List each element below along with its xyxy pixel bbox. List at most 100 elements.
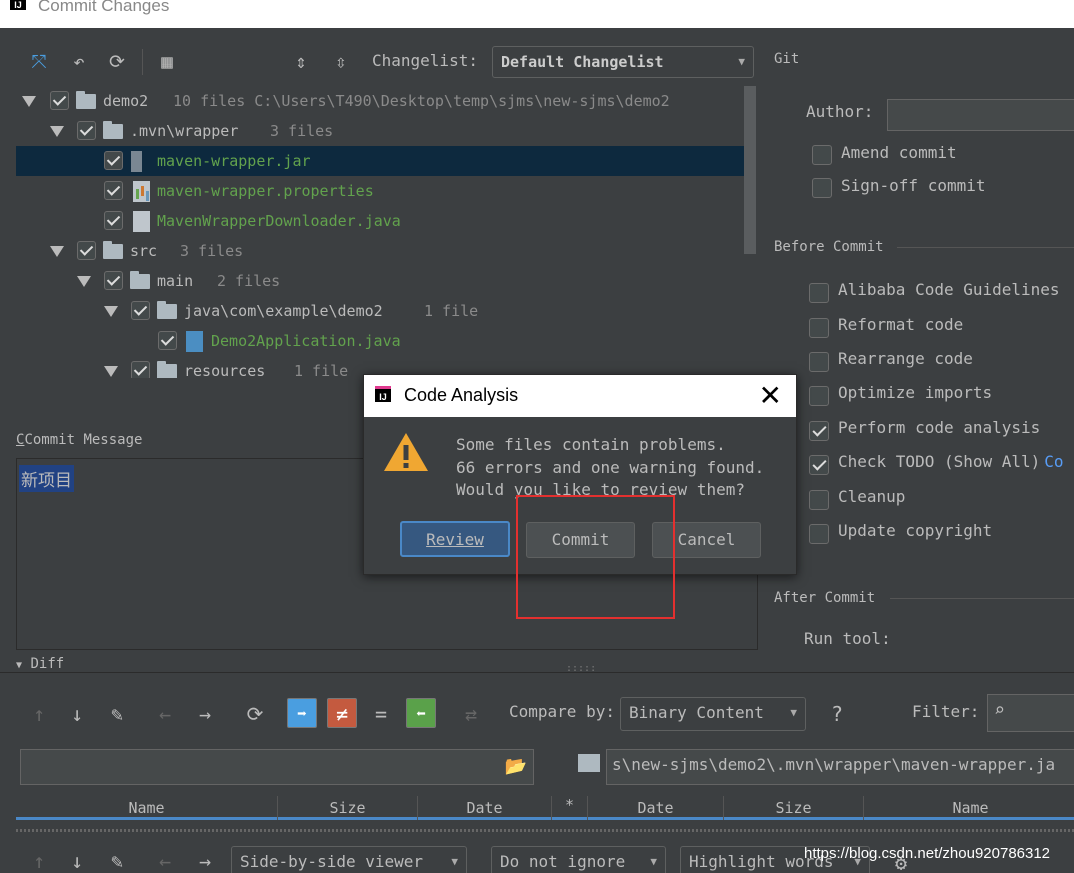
column-header-name[interactable]: Name [16, 796, 278, 820]
edit-pencil-icon[interactable]: ✎ [102, 699, 132, 729]
configure-link[interactable]: Co [1044, 452, 1063, 471]
arrow-up-icon[interactable]: ↑ [24, 699, 54, 729]
compare-by-select[interactable]: Binary Content ▼ [620, 697, 806, 731]
tree-row[interactable]: MavenWrapperDownloader.java [16, 206, 756, 236]
tree-row[interactable]: java\com\example\demo2 1 file [16, 296, 756, 326]
before-commit-checkbox[interactable] [809, 352, 829, 372]
expand-all-icon[interactable]: ⇕ [290, 51, 312, 73]
folder-icon [103, 241, 123, 259]
synchronize-icon[interactable]: ⇄ [456, 699, 486, 729]
review-button[interactable]: Review [400, 521, 510, 557]
arrow-down-icon[interactable]: ↓ [62, 699, 92, 729]
tree-row[interactable]: demo2 10 files C:\Users\T490\Desktop\tem… [16, 86, 756, 116]
tree-item-name: src [130, 242, 158, 260]
tree-item-meta: 3 files [180, 242, 244, 260]
folder-icon [157, 361, 177, 378]
tree-row[interactable]: maven-wrapper.jar [16, 146, 756, 176]
arrow-left-icon[interactable]: ← [150, 846, 180, 873]
tree-row[interactable]: Demo2Application.java [16, 326, 756, 356]
refresh-icon[interactable]: ⟳ [240, 699, 270, 729]
folder-icon [103, 121, 123, 139]
before-commit-checkbox[interactable] [809, 386, 829, 406]
before-commit-checkbox[interactable] [809, 524, 829, 544]
right-path-input[interactable]: s\new-sjms\demo2\.mvn\wrapper\maven-wrap… [606, 749, 1074, 785]
collapse-arrows-icon[interactable]: ⤧ [28, 51, 50, 73]
arrow-right-icon[interactable]: → [190, 699, 220, 729]
expand-triangle-icon[interactable] [104, 306, 118, 317]
before-commit-checkbox[interactable] [809, 490, 829, 510]
ignore-mode-select[interactable]: Do not ignore ▼ [491, 846, 666, 873]
amend-commit-checkbox[interactable] [812, 145, 832, 165]
expand-triangle-icon[interactable] [104, 366, 118, 377]
collapse-all-icon[interactable]: ⇳ [330, 51, 352, 73]
changelist-select-value: Default Changelist [501, 53, 664, 71]
chevron-down-icon: ▼ [738, 55, 745, 68]
arrow-left-icon[interactable]: ← [150, 699, 180, 729]
run-tool-label: Run tool: [804, 629, 891, 648]
expand-triangle-icon[interactable] [50, 246, 64, 257]
column-header-state[interactable]: * [552, 796, 588, 820]
java-class-file-icon [186, 331, 203, 352]
changes-tree[interactable]: demo2 10 files C:\Users\T490\Desktop\tem… [16, 86, 756, 378]
before-commit-option-label: Rearrange code [838, 349, 973, 368]
rollback-icon[interactable]: ↶ [68, 51, 90, 73]
column-header-date[interactable]: Date [588, 796, 724, 820]
left-path-input[interactable]: 📂 [20, 749, 534, 785]
edit-pencil-icon[interactable]: ✎ [102, 846, 132, 873]
tree-item-name: resources [184, 362, 266, 378]
diff-section-toggle[interactable]: ▼ Diff [16, 656, 64, 672]
refresh-icon[interactable]: ⟳ [106, 51, 128, 73]
tree-checkbox[interactable] [104, 181, 123, 200]
git-section-title: Git [774, 51, 800, 67]
tree-item-name: main [157, 272, 194, 290]
help-icon[interactable]: ? [822, 699, 852, 729]
tree-checkbox[interactable] [131, 301, 150, 320]
tree-item-meta: 3 files [270, 122, 334, 140]
signoff-commit-checkbox[interactable] [812, 178, 832, 198]
watermark-text: https://blog.csdn.net/zhou920786312 [804, 845, 1051, 862]
arrow-up-icon[interactable]: ↑ [24, 846, 54, 873]
tree-scrollbar[interactable] [744, 86, 756, 254]
splitter-grip[interactable] [16, 829, 1074, 832]
close-icon[interactable]: ✕ [759, 379, 782, 412]
warning-icon [384, 433, 428, 471]
expand-triangle-icon[interactable] [22, 96, 36, 107]
tree-row[interactable]: maven-wrapper.properties [16, 176, 756, 206]
tree-item-name: demo2 [103, 92, 149, 110]
filter-input[interactable]: ⌕ [987, 694, 1074, 732]
column-header-date[interactable]: Date [418, 796, 552, 820]
show-different-icon[interactable]: ≠ [327, 698, 357, 728]
show-old-files-icon[interactable]: ⬅ [406, 698, 436, 728]
arrow-down-icon[interactable]: ↓ [62, 846, 92, 873]
group-by-icon[interactable]: ▦ [156, 51, 178, 73]
tree-checkbox[interactable] [104, 151, 123, 170]
before-commit-checkbox[interactable] [809, 318, 829, 338]
tree-row[interactable]: src 3 files [16, 236, 756, 266]
expand-triangle-icon[interactable] [77, 276, 91, 287]
author-input[interactable] [887, 99, 1074, 131]
changelist-select[interactable]: Default Changelist ▼ [492, 46, 754, 78]
author-label: Author: [806, 102, 874, 121]
before-commit-checkbox[interactable] [809, 455, 829, 475]
tree-row[interactable]: main 2 files [16, 266, 756, 296]
tree-checkbox[interactable] [131, 361, 150, 378]
show-equal-icon[interactable]: = [366, 699, 396, 729]
column-header-name[interactable]: Name [864, 796, 1074, 820]
before-commit-checkbox[interactable] [809, 421, 829, 441]
tree-checkbox[interactable] [104, 211, 123, 230]
tree-checkbox[interactable] [77, 241, 96, 260]
column-header-size[interactable]: Size [278, 796, 418, 820]
folder-open-icon[interactable]: 📂 [505, 756, 527, 777]
column-header-size[interactable]: Size [724, 796, 864, 820]
tree-checkbox[interactable] [77, 121, 96, 140]
tree-checkbox[interactable] [158, 331, 177, 350]
show-new-files-icon[interactable]: ➡ [287, 698, 317, 728]
expand-triangle-icon[interactable] [50, 126, 64, 137]
before-commit-option-label: Perform code analysis [838, 418, 1041, 437]
tree-checkbox[interactable] [50, 91, 69, 110]
tree-checkbox[interactable] [104, 271, 123, 290]
before-commit-checkbox[interactable] [809, 283, 829, 303]
arrow-right-icon[interactable]: → [190, 846, 220, 873]
tree-row[interactable]: .mvn\wrapper 3 files [16, 116, 756, 146]
viewer-mode-select[interactable]: Side-by-side viewer ▼ [231, 846, 467, 873]
